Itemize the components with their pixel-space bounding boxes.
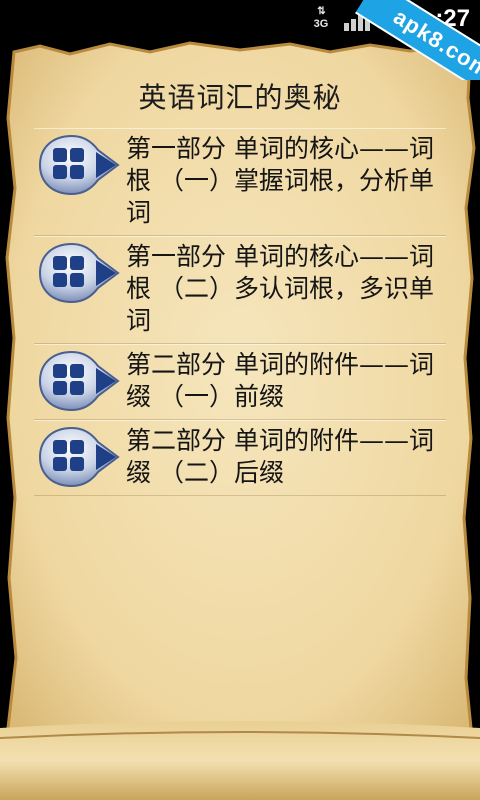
chapter-item-label: 第二部分 单词的附件——词缀 （一）前缀	[126, 350, 434, 411]
chapter-item[interactable]: 第二部分 单词的附件——词缀 （二）后缀	[34, 420, 446, 496]
chapter-item-label: 第一部分 单词的核心——词根 （二）多认词根，多识单词	[126, 242, 434, 335]
chapter-item[interactable]: 第二部分 单词的附件——词缀 （一）前缀	[34, 344, 446, 420]
grid-bubble-icon	[34, 345, 124, 417]
chapter-list: 第一部分 单词的核心——词根 （一）掌握词根，分析单词 第一部分 单词的核心——…	[34, 128, 446, 496]
watermark-ribbon: apk8.com	[330, 0, 480, 80]
parchment-background: 英语词汇的奥秘 第一部分 单词的核心——词根 （一）掌握词根，分析单词 第一部分…	[0, 38, 480, 800]
chapter-item-label: 第一部分 单词的核心——词根 （一）掌握词根，分析单词	[126, 134, 434, 227]
chapter-item[interactable]: 第一部分 单词的核心——词根 （二）多认词根，多识单词	[34, 236, 446, 344]
network-3g-icon: ⇅ 3G	[313, 6, 329, 30]
grid-bubble-icon	[34, 129, 124, 201]
watermark-text: apk8.com	[355, 0, 480, 80]
grid-bubble-icon	[34, 421, 124, 493]
grid-bubble-icon	[34, 237, 124, 309]
chapter-item-label: 第二部分 单词的附件——词缀 （二）后缀	[126, 426, 434, 487]
chapter-item[interactable]: 第一部分 单词的核心——词根 （一）掌握词根，分析单词	[34, 128, 446, 236]
page-title: 英语词汇的奥秘	[138, 81, 342, 114]
